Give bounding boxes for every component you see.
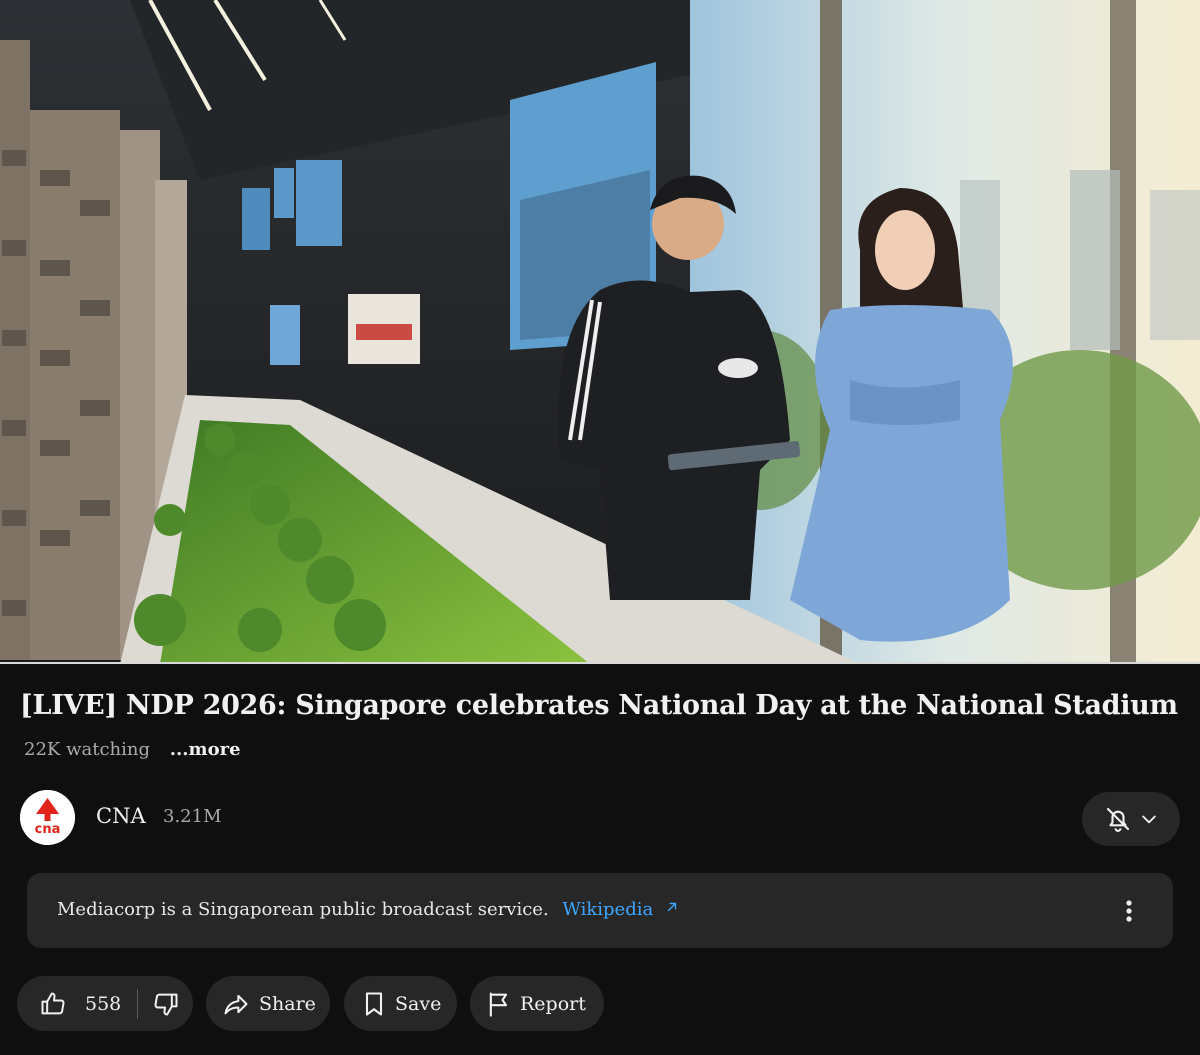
cna-logo-icon: cna [20, 790, 75, 845]
wikipedia-link-label[interactable]: Wikipedia [562, 899, 653, 920]
more-button[interactable]: ...more [170, 739, 241, 760]
info-panel: Mediacorp is a Singaporean public broadc… [27, 873, 1173, 948]
bell-off-icon [1106, 807, 1130, 832]
share-button[interactable]: Share [206, 976, 330, 1031]
dislike-button[interactable] [138, 976, 180, 1031]
flag-icon [489, 991, 508, 1017]
video-progress-bar[interactable] [0, 662, 1200, 664]
report-label: Report [520, 992, 586, 1015]
subscriber-count: 3.21M [163, 806, 222, 827]
thumbs-down-icon [154, 993, 178, 1015]
channel-row: cna CNA 3.21M [20, 790, 1180, 846]
share-icon [224, 994, 248, 1014]
video-meta: 22K watching ...more [24, 736, 241, 764]
external-link-icon [667, 902, 677, 912]
video-frame [0, 0, 1200, 664]
kebab-menu-icon [1126, 900, 1132, 922]
info-description: Mediacorp is a Singaporean public broadc… [57, 899, 549, 920]
info-text-line: Mediacorp is a Singaporean public broadc… [57, 899, 679, 920]
chevron-down-icon [1142, 815, 1156, 824]
like-dislike-group: 558 [17, 976, 193, 1031]
notification-button[interactable] [1082, 792, 1180, 846]
channel-name[interactable]: CNA [96, 804, 146, 828]
share-label: Share [259, 992, 316, 1015]
video-player[interactable] [0, 0, 1200, 664]
video-title: [LIVE] NDP 2026: Singapore celebrates Na… [20, 690, 1178, 721]
bookmark-icon [365, 991, 383, 1016]
logo-text: cna [35, 822, 61, 837]
save-label: Save [395, 992, 442, 1015]
watching-count: 22K watching [24, 739, 150, 760]
channel-avatar[interactable]: cna [20, 790, 75, 845]
info-more-options-button[interactable] [1115, 897, 1143, 925]
thumbs-up-icon [41, 992, 65, 1014]
like-button[interactable]: 558 [17, 976, 137, 1031]
like-count: 558 [85, 992, 122, 1015]
save-button[interactable]: Save [344, 976, 457, 1031]
wikipedia-link[interactable]: Wikipedia [562, 899, 679, 920]
report-button[interactable]: Report [470, 976, 604, 1031]
